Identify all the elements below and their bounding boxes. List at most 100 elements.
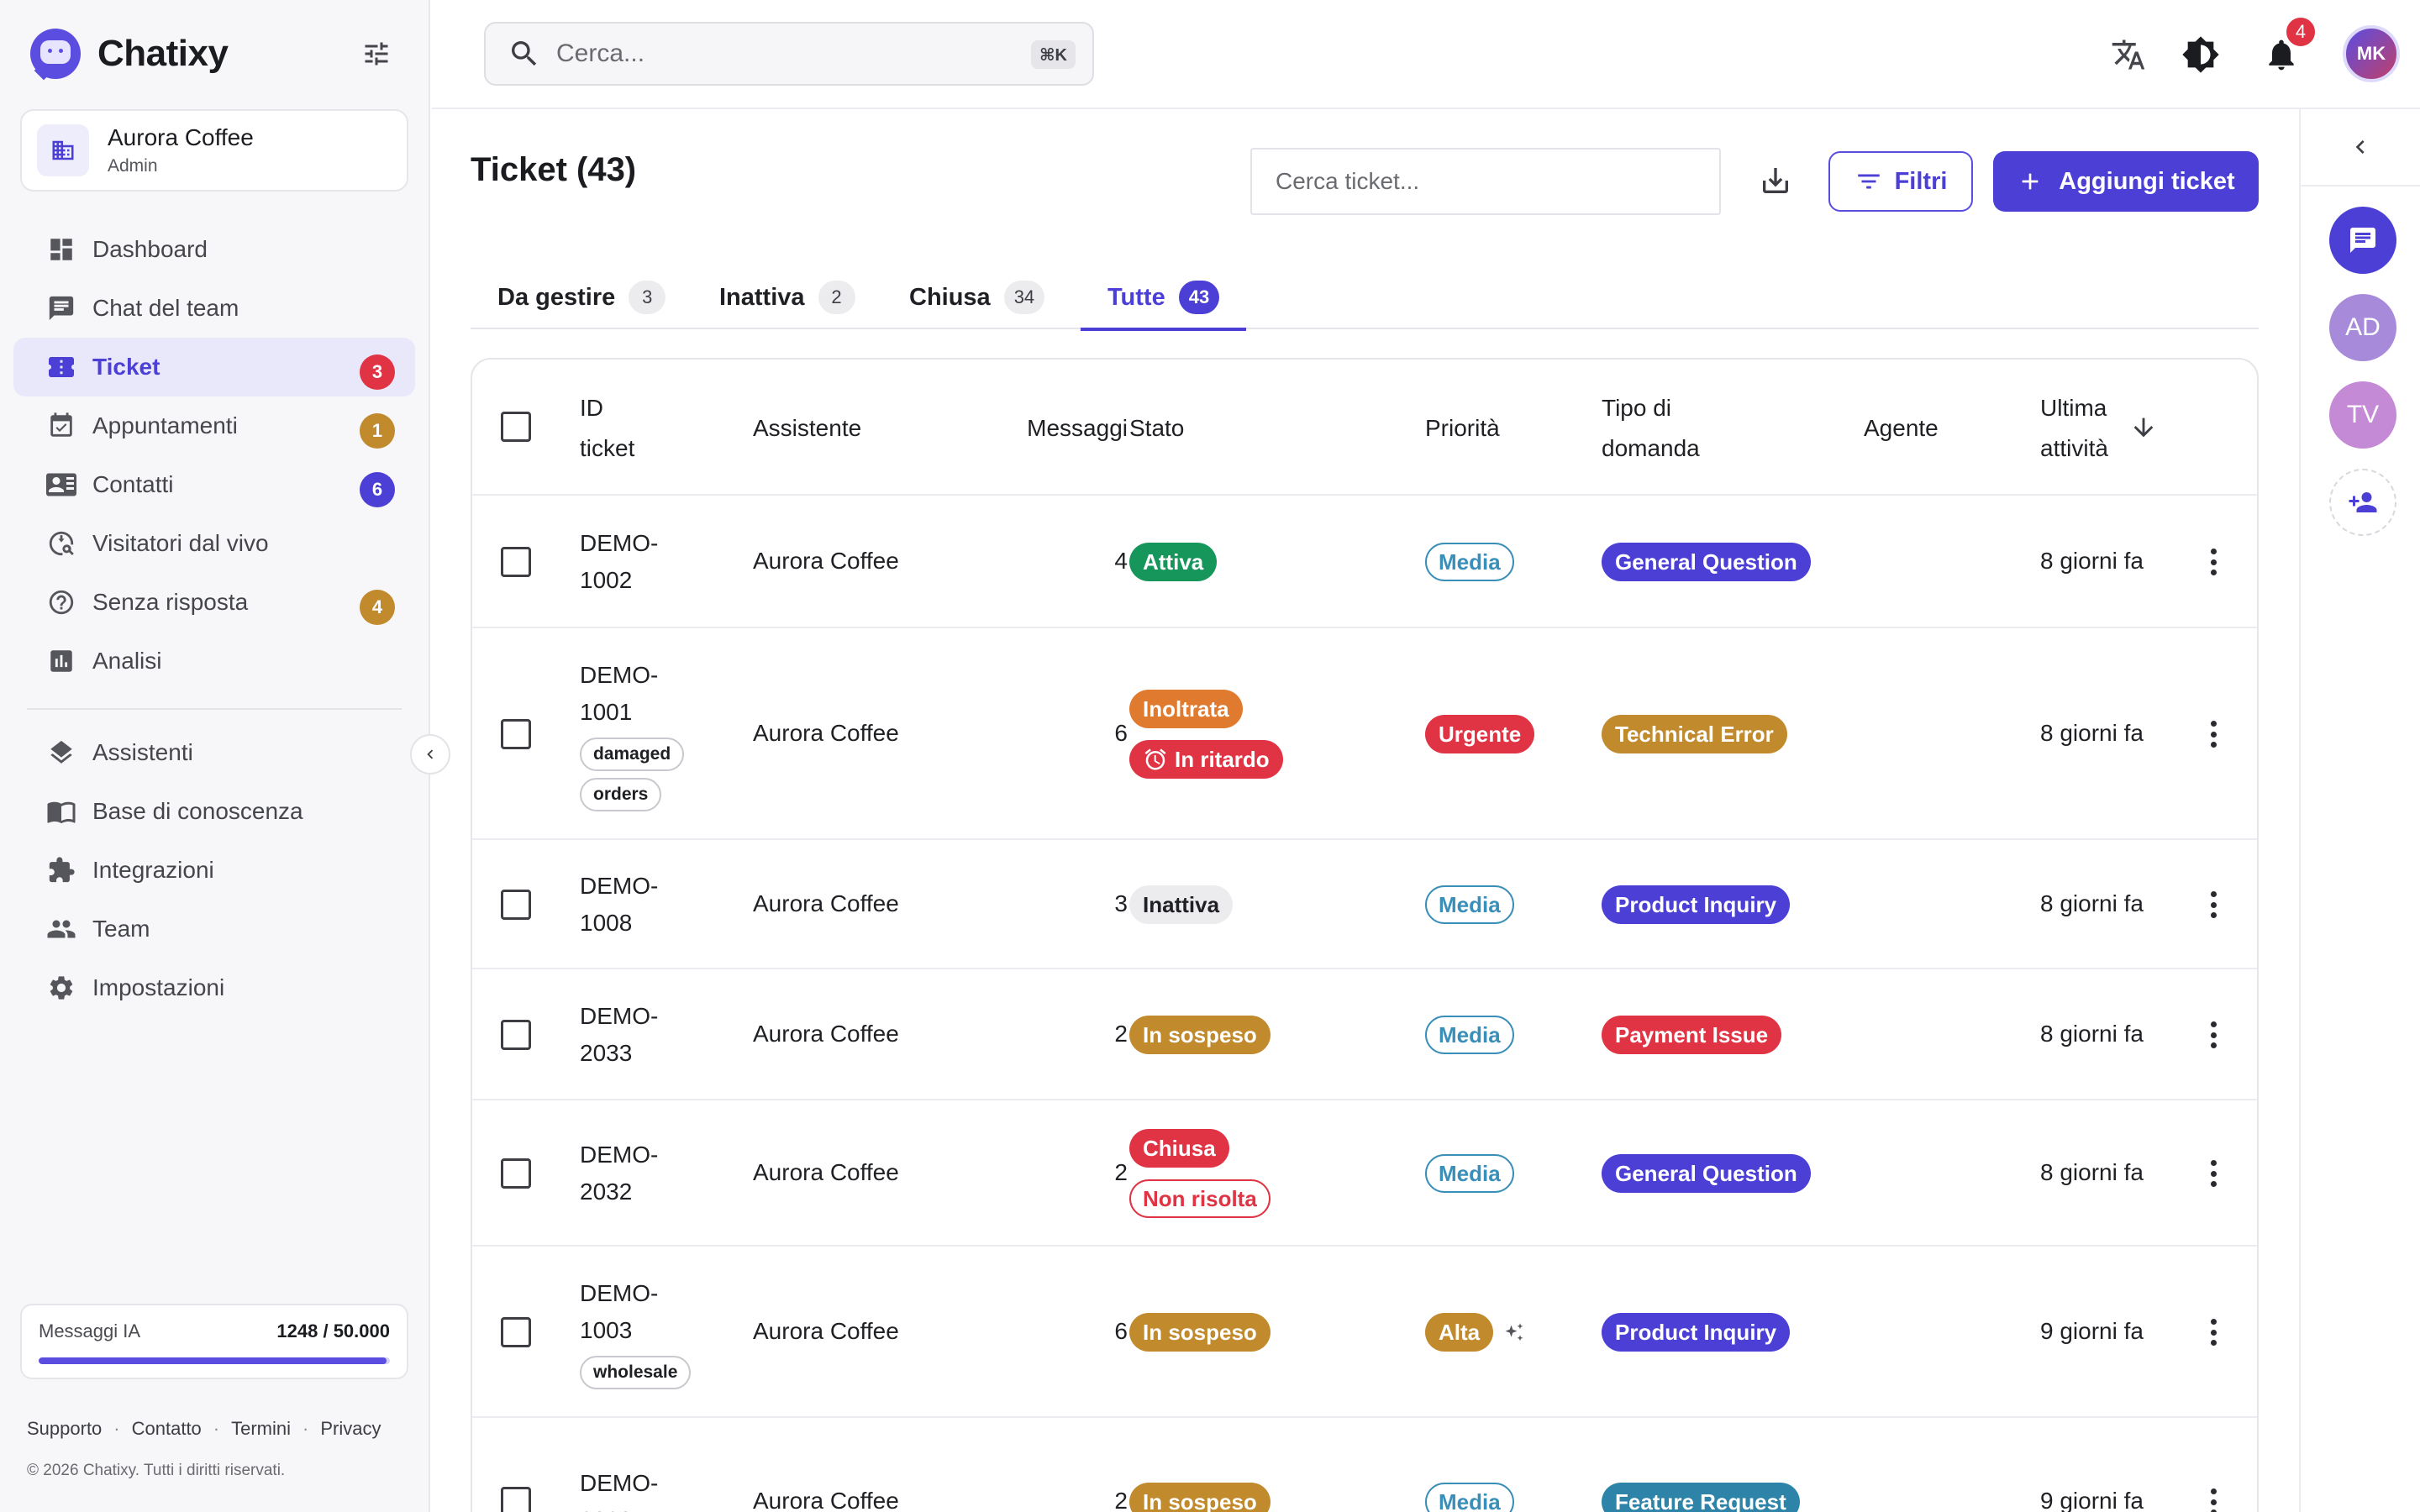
ticket-tag[interactable]: wholesale bbox=[580, 1356, 692, 1389]
add-ticket-button[interactable]: Aggiungi ticket bbox=[1993, 151, 2259, 212]
workspace-name: Aurora Coffee bbox=[108, 124, 254, 150]
table-row[interactable]: DEMO- 2033 Aurora Coffee 2 In sospeso Medi… bbox=[472, 969, 2257, 1100]
column-header-id[interactable]: ID ticket bbox=[580, 388, 634, 469]
row-menu-icon[interactable] bbox=[2208, 1315, 2218, 1349]
book-icon bbox=[45, 795, 77, 827]
rail-avatar[interactable]: TV bbox=[2329, 381, 2396, 449]
row-checkbox[interactable] bbox=[501, 719, 531, 749]
sort-descending-icon[interactable] bbox=[2129, 413, 2158, 442]
footer-link-privacy[interactable]: Privacy bbox=[320, 1418, 381, 1440]
row-menu-icon[interactable] bbox=[2208, 1485, 2218, 1512]
ticket-search-input[interactable]: Cerca ticket... bbox=[1250, 148, 1721, 215]
ticket-id-cell[interactable]: DEMO- 2032 bbox=[580, 1137, 658, 1210]
ticket-id-line: DEMO- bbox=[580, 1003, 659, 1029]
row-checkbox[interactable] bbox=[501, 1487, 531, 1512]
assistant-cell: Aurora Coffee bbox=[753, 720, 899, 746]
select-all-checkbox[interactable] bbox=[501, 412, 531, 442]
table-row[interactable]: DEMO- 1003 wholesale Aurora Coffee 6 In so… bbox=[472, 1247, 2257, 1418]
sidebar-item-ticket[interactable]: Ticket 3 bbox=[13, 338, 415, 396]
assistant-cell: Aurora Coffee bbox=[753, 1318, 899, 1344]
sidebar: Chatixy Aurora Coffee Admin Dashboard Ch… bbox=[0, 0, 430, 1512]
table-row[interactable]: DEMO- 1001 damaged orders Aurora Coffee 6 I… bbox=[472, 628, 2257, 840]
rail-chat-button[interactable] bbox=[2329, 207, 2396, 274]
status-label: In ritardo bbox=[1175, 746, 1270, 772]
footer-link-support[interactable]: Supporto bbox=[27, 1418, 102, 1440]
ticket-tag[interactable]: orders bbox=[580, 778, 662, 811]
status-cell: Inattiva bbox=[1129, 885, 1234, 924]
filter-button[interactable]: Filtri bbox=[1828, 151, 1973, 212]
sidebar-item-contacts[interactable]: Contatti 6 bbox=[13, 455, 415, 514]
sidebar-item-knowledge-base[interactable]: Base di conoscenza bbox=[13, 782, 415, 841]
tune-icon[interactable] bbox=[360, 39, 393, 69]
ticket-id-cell[interactable]: DEMO- 1002 bbox=[580, 525, 658, 599]
column-header-priority[interactable]: Priorità bbox=[1425, 408, 1500, 449]
column-header-agent[interactable]: Agente bbox=[1864, 408, 1939, 449]
column-header-assistant[interactable]: Assistente bbox=[753, 408, 861, 449]
status-badge: Non risolta bbox=[1129, 1179, 1270, 1218]
question-type-badge: Product Inquiry bbox=[1602, 1313, 1791, 1352]
row-menu-icon[interactable] bbox=[2208, 1157, 2218, 1190]
tab-to-handle[interactable]: Da gestire 3 bbox=[471, 265, 692, 329]
row-menu-icon[interactable] bbox=[2208, 717, 2218, 751]
sidebar-item-label: Contatti bbox=[92, 471, 174, 497]
sidebar-item-team[interactable]: Team bbox=[13, 900, 415, 958]
row-checkbox[interactable] bbox=[501, 890, 531, 920]
sidebar-item-team-chat[interactable]: Chat del team bbox=[13, 279, 415, 338]
row-menu-icon[interactable] bbox=[2208, 888, 2218, 921]
sidebar-item-unanswered[interactable]: Senza risposta 4 bbox=[13, 573, 415, 632]
last-activity-cell: 8 giorni fa bbox=[2040, 1021, 2144, 1047]
ticket-id-cell[interactable]: DEMO- 1001 damaged orders bbox=[580, 657, 685, 811]
question-type-badge: General Question bbox=[1602, 543, 1811, 581]
unanswered-count-badge: 4 bbox=[360, 590, 395, 625]
footer-link-contact[interactable]: Contatto bbox=[132, 1418, 202, 1440]
rail-add-member-button[interactable] bbox=[2329, 469, 2396, 536]
sidebar-item-appointments[interactable]: Appuntamenti 1 bbox=[13, 396, 415, 455]
sidebar-item-settings[interactable]: Impostazioni bbox=[13, 958, 415, 1017]
ticket-tag[interactable]: damaged bbox=[580, 738, 685, 771]
sidebar-item-integrations[interactable]: Integrazioni bbox=[13, 841, 415, 900]
brand[interactable]: Chatixy bbox=[30, 27, 229, 81]
sparkle-icon[interactable] bbox=[1502, 1321, 1526, 1345]
column-header-status[interactable]: Stato bbox=[1129, 408, 1184, 449]
sidebar-item-assistants[interactable]: Assistenti bbox=[13, 723, 415, 782]
workspace-switcher[interactable]: Aurora Coffee Admin bbox=[20, 109, 408, 192]
sidebar-collapse-button[interactable] bbox=[410, 734, 450, 774]
row-checkbox[interactable] bbox=[501, 1158, 531, 1189]
translate-icon[interactable] bbox=[2107, 34, 2149, 76]
header-line: domanda bbox=[1602, 435, 1700, 461]
user-avatar[interactable]: MK bbox=[2343, 25, 2400, 82]
global-search-input[interactable]: Cerca... ⌘K bbox=[484, 22, 1094, 86]
row-menu-icon[interactable] bbox=[2208, 1018, 2218, 1052]
column-header-last-activity[interactable]: Ultima attività bbox=[2040, 388, 2108, 469]
download-button[interactable] bbox=[1753, 158, 1798, 203]
sidebar-item-analytics[interactable]: Analisi bbox=[13, 632, 415, 690]
column-header-messages[interactable]: Messaggi bbox=[970, 408, 1128, 449]
ticket-id-cell[interactable]: DEMO- 2030 bbox=[580, 1465, 658, 1512]
table-row[interactable]: DEMO- 2030 Aurora Coffee 2 In sospeso Medi… bbox=[472, 1418, 2257, 1512]
page-title: Ticket (43) bbox=[471, 151, 637, 188]
table-row[interactable]: DEMO- 1008 Aurora Coffee 3 Inattiva Media … bbox=[472, 840, 2257, 969]
rail-collapse-button[interactable] bbox=[2301, 109, 2420, 186]
tab-closed[interactable]: Chiusa 34 bbox=[882, 265, 1071, 329]
tab-inactive[interactable]: Inattiva 2 bbox=[692, 265, 882, 329]
ticket-id-cell[interactable]: DEMO- 1003 wholesale bbox=[580, 1275, 692, 1389]
row-checkbox[interactable] bbox=[501, 1020, 531, 1050]
ticket-id-line: DEMO- bbox=[580, 873, 659, 899]
footer-link-terms[interactable]: Termini bbox=[231, 1418, 291, 1440]
sidebar-item-dashboard[interactable]: Dashboard bbox=[13, 220, 415, 279]
sidebar-item-live-visitors[interactable]: Visitatori dal vivo bbox=[13, 514, 415, 573]
ticket-id-cell[interactable]: DEMO- 1008 bbox=[580, 868, 658, 942]
ticket-id-cell[interactable]: DEMO- 2033 bbox=[580, 998, 658, 1072]
row-checkbox[interactable] bbox=[501, 547, 531, 577]
analytics-icon bbox=[45, 645, 77, 677]
question-type-cell: Payment Issue bbox=[1602, 1016, 1782, 1054]
rail-avatar[interactable]: AD bbox=[2329, 294, 2396, 361]
table-row[interactable]: DEMO- 2032 Aurora Coffee 2 Chiusa Non risol… bbox=[472, 1100, 2257, 1247]
table-row[interactable]: DEMO- 1002 Aurora Coffee 4 Attiva Media Ge… bbox=[472, 496, 2257, 628]
column-header-type[interactable]: Tipo di domanda bbox=[1602, 388, 1700, 469]
theme-toggle-icon[interactable] bbox=[2180, 34, 2222, 76]
row-menu-icon[interactable] bbox=[2208, 545, 2218, 579]
row-checkbox[interactable] bbox=[501, 1317, 531, 1347]
tab-all[interactable]: Tutte 43 bbox=[1081, 265, 1247, 331]
question-type-badge: Technical Error bbox=[1602, 715, 1787, 753]
